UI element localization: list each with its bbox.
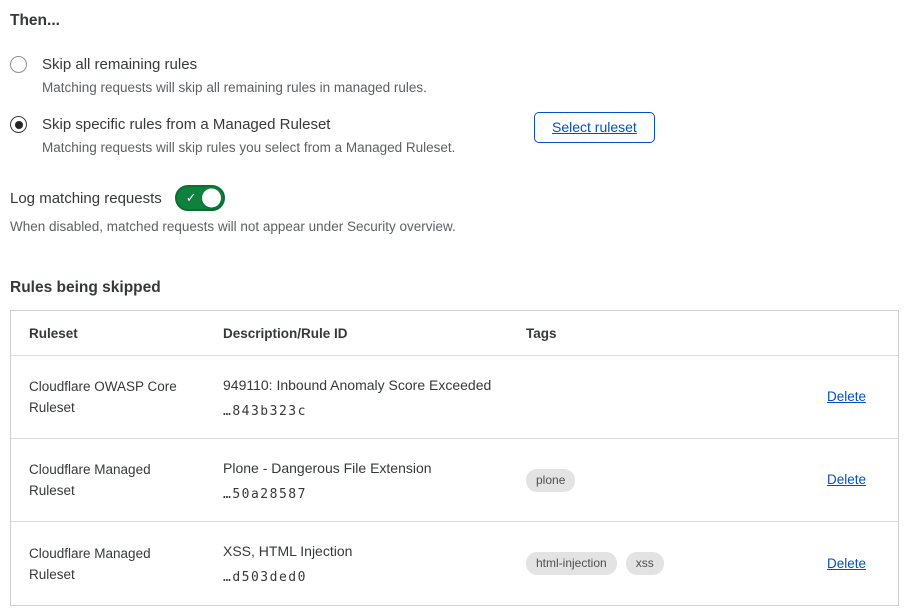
table-header-row: Ruleset Description/Rule ID Tags [11,311,898,356]
delete-link[interactable]: Delete [827,556,866,571]
radio-skip-all-remaining[interactable] [10,56,27,73]
tag-badge: plone [526,469,575,492]
rule-id: …d503ded0 [223,570,494,585]
rule-description-cell: XSS, HTML Injection …d503ded0 [205,542,508,585]
rules-being-skipped-table: Ruleset Description/Rule ID Tags Cloudfl… [10,310,899,606]
check-icon: ✓ [186,191,197,204]
tags-cell: plone [508,469,808,492]
toggle-knob [202,189,221,208]
tags-cell: html-injection xss [508,552,808,575]
actions-cell: Delete [808,555,898,573]
then-heading: Then... [10,12,899,30]
option-description: Matching requests will skip all remainin… [42,78,504,97]
option-text: Skip specific rules from a Managed Rules… [42,114,504,157]
rule-id: …50a28587 [223,487,494,502]
rule-id: …843b323c [223,404,494,419]
log-toggle-description: When disabled, matched requests will not… [10,219,899,234]
table-row: Cloudflare OWASP Core Ruleset 949110: In… [11,356,898,439]
rule-description: Plone - Dangerous File Extension [223,459,494,477]
rule-description: XSS, HTML Injection [223,542,494,560]
log-matching-requests-row: Log matching requests ✓ [10,185,899,211]
actions-cell: Delete [808,388,898,406]
ruleset-name: Cloudflare OWASP Core Ruleset [11,376,205,418]
log-toggle-label: Log matching requests [10,190,162,207]
action-options: Skip all remaining rules Matching reques… [10,54,899,157]
tag-badge: xss [626,552,664,575]
column-header-ruleset: Ruleset [11,326,205,341]
option-skip-all-remaining-rules: Skip all remaining rules Matching reques… [10,54,899,97]
rules-being-skipped-heading: Rules being skipped [10,279,899,297]
option-label[interactable]: Skip all remaining rules [42,54,504,75]
option-text: Skip all remaining rules Matching reques… [42,54,504,97]
table-row: Cloudflare Managed Ruleset XSS, HTML Inj… [11,522,898,605]
tag-badge: html-injection [526,552,617,575]
radio-skip-specific[interactable] [10,116,27,133]
log-toggle-switch[interactable]: ✓ [175,185,225,211]
column-header-description: Description/Rule ID [205,326,508,341]
delete-link[interactable]: Delete [827,472,866,487]
rule-description-cell: Plone - Dangerous File Extension …50a285… [205,459,508,502]
actions-cell: Delete [808,471,898,489]
option-skip-specific-rules: Skip specific rules from a Managed Rules… [10,114,899,157]
rule-description: 949110: Inbound Anomaly Score Exceeded [223,376,494,394]
option-description: Matching requests will skip rules you se… [42,138,504,157]
delete-link[interactable]: Delete [827,389,866,404]
select-ruleset-button[interactable]: Select ruleset [534,112,655,143]
column-header-tags: Tags [508,326,808,341]
waf-rule-then-panel: Then... Skip all remaining rules Matchin… [0,0,911,614]
ruleset-name: Cloudflare Managed Ruleset [11,459,205,501]
option-label[interactable]: Skip specific rules from a Managed Rules… [42,114,504,135]
ruleset-name: Cloudflare Managed Ruleset [11,543,205,585]
table-row: Cloudflare Managed Ruleset Plone - Dange… [11,439,898,522]
rule-description-cell: 949110: Inbound Anomaly Score Exceeded …… [205,376,508,419]
